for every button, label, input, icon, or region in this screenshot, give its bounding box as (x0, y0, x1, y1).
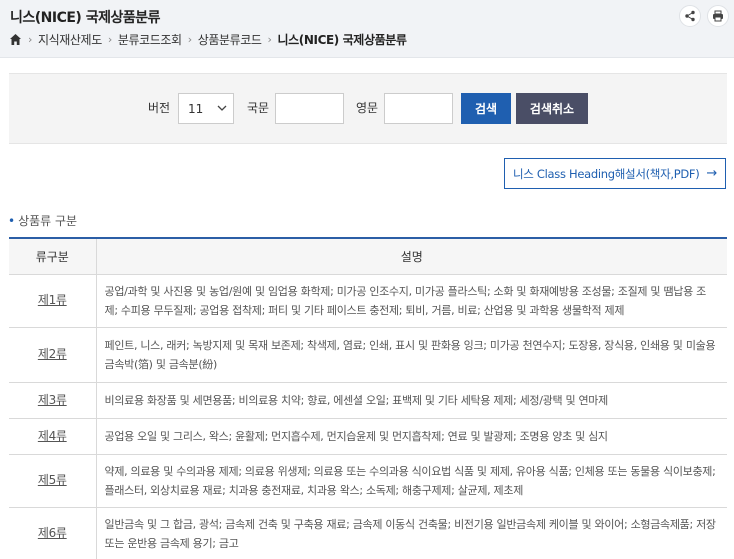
page-header: 니스(NICE) 국제상품분류 › 지식재산제도 › 분류코드조회 › 상품분류… (0, 0, 734, 58)
class-description: 약제, 의료용 및 수의과용 제제; 의료용 위생제; 의료용 또는 수의과용 … (96, 454, 727, 508)
version-label: 버전 (148, 101, 171, 115)
table-row: 제4류 공업용 오일 및 그리스, 왁스; 윤활제; 먼지흡수제, 먼지습윤제 … (9, 418, 727, 455)
chevron-right-icon: › (28, 33, 32, 46)
section-title-text: 상품류 구분 (18, 214, 78, 228)
table-row: 제3류 비의료용 화장품 및 세면용품; 비의료용 치약; 향료, 에센셜 오일… (9, 382, 727, 419)
table-row: 제1류 공업/과학 및 사진용 및 농업/원예 및 임업용 화학제; 미가공 인… (9, 274, 727, 328)
class-heading-pdf-button[interactable]: 니스 Class Heading해설서(책자,PDF) → (504, 158, 726, 189)
class-link[interactable]: 제2류 (38, 347, 67, 361)
chevron-right-icon: › (107, 33, 112, 46)
print-icon (713, 10, 723, 22)
page-title: 니스(NICE) 국제상품분류 (10, 10, 160, 26)
class-link[interactable]: 제5류 (38, 473, 67, 487)
class-link[interactable]: 제6류 (38, 526, 67, 540)
table-row: 제6류 일반금속 및 그 합금, 광석; 금속제 건축 및 구축용 재료; 금속… (9, 507, 727, 559)
cancel-search-button[interactable]: 검색취소 (516, 93, 588, 124)
share-icon (685, 10, 695, 22)
goods-class-table: 류구분 설명 제1류 공업/과학 및 사진용 및 농업/원예 및 임업용 화학제… (9, 237, 727, 559)
breadcrumb-item-ip-system[interactable]: 지식재산제도 (38, 31, 102, 48)
english-search-input[interactable] (384, 93, 453, 124)
column-header-description: 설명 (96, 238, 727, 275)
korean-label: 국문 (247, 101, 270, 115)
section-title: • 상품류 구분 (8, 212, 77, 229)
korean-search-input[interactable] (275, 93, 344, 124)
class-link[interactable]: 제4류 (38, 429, 67, 443)
search-panel: 버전 11 국문 영문 검색 검색취소 (9, 73, 727, 144)
search-button[interactable]: 검색 (461, 93, 511, 124)
class-description: 일반금속 및 그 합금, 광석; 금속제 건축 및 구축용 재료; 금속제 이동… (96, 507, 727, 559)
class-link[interactable]: 제3류 (38, 393, 67, 407)
pdf-button-label: 니스 Class Heading해설서(책자,PDF) (512, 166, 700, 181)
class-description: 페인트, 니스, 래커; 녹방지제 및 목재 보존제; 착색제, 염료; 인쇄,… (96, 327, 727, 383)
chevron-right-icon: › (187, 33, 192, 46)
chevron-down-icon (217, 105, 227, 111)
share-button[interactable] (679, 5, 701, 27)
table-row: 제5류 약제, 의료용 및 수의과용 제제; 의료용 위생제; 의료용 또는 수… (9, 454, 727, 508)
home-icon[interactable] (9, 33, 22, 46)
breadcrumb-item-class-code[interactable]: 분류코드조회 (118, 31, 182, 48)
version-select[interactable]: 11 (178, 93, 234, 124)
class-description: 공업용 오일 및 그리스, 왁스; 윤활제; 먼지흡수제, 먼지습윤제 및 먼지… (96, 418, 727, 455)
breadcrumb-item-current: 니스(NICE) 국제상품분류 (277, 33, 407, 47)
version-select-value: 11 (188, 102, 204, 116)
print-button[interactable] (707, 5, 729, 27)
class-description: 공업/과학 및 사진용 및 농업/원예 및 임업용 화학제; 미가공 인조수지,… (96, 274, 727, 328)
breadcrumb-item-goods-code[interactable]: 상품분류코드 (198, 31, 262, 48)
class-description: 비의료용 화장품 및 세면용품; 비의료용 치약; 향료, 에센셜 오일; 표백… (96, 382, 727, 419)
breadcrumb: › 지식재산제도 › 분류코드조회 › 상품분류코드 › 니스(NICE) 국제… (9, 31, 407, 48)
english-label: 영문 (356, 101, 379, 115)
class-link[interactable]: 제1류 (38, 293, 67, 307)
table-header-row: 류구분 설명 (9, 238, 727, 275)
bullet-icon: • (8, 214, 16, 228)
column-header-class: 류구분 (9, 238, 97, 275)
arrow-right-icon: → (706, 166, 717, 181)
table-row: 제2류 페인트, 니스, 래커; 녹방지제 및 목재 보존제; 착색제, 염료;… (9, 327, 727, 383)
chevron-right-icon: › (267, 33, 272, 46)
